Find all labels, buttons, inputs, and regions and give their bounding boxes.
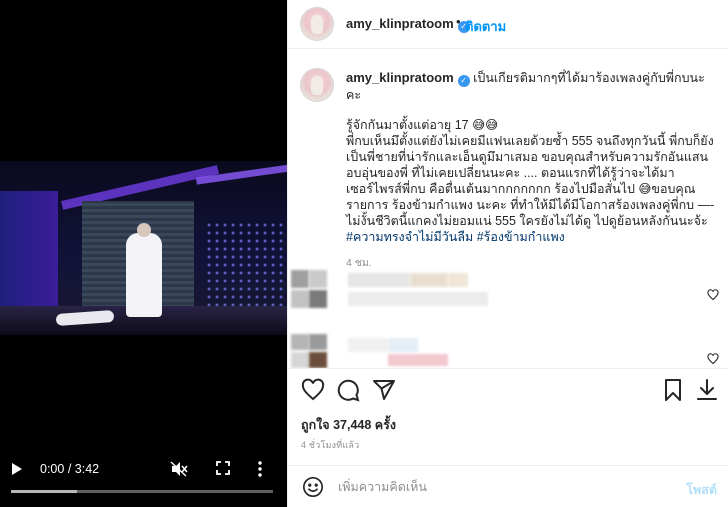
post-details-panel: amy_klinpratoom ✓ • ติดตาม amy_klinpratoo… [287, 0, 728, 507]
video-time: 0:00 / 3:42 [40, 462, 100, 476]
more-vertical-icon[interactable] [258, 461, 274, 479]
download-icon[interactable] [695, 378, 719, 402]
likes-label: ถูกใจ [301, 418, 330, 432]
blurred-block [388, 338, 418, 352]
caption-line: รู้จักกันมาตั้งแต่อายุ 17 😅😅 [346, 118, 499, 132]
fullscreen-icon[interactable] [216, 461, 232, 477]
bookmark-icon[interactable] [661, 378, 685, 402]
blurred-block [348, 273, 410, 287]
blurred-avatar [291, 334, 309, 350]
share-icon[interactable] [372, 378, 396, 402]
video-buffered-bar [11, 490, 77, 493]
blurred-block [309, 270, 327, 288]
blurred-block [291, 290, 309, 308]
heart-icon[interactable] [707, 352, 719, 365]
blurred-block [348, 292, 488, 306]
stage-led-panel [205, 221, 283, 311]
caption-username: amy_klinpratoom [346, 70, 454, 85]
blurred-block [309, 290, 327, 308]
heart-icon[interactable] [707, 288, 719, 301]
likes-suffix: ครั้ง [374, 418, 396, 432]
post-actions [288, 368, 728, 410]
blurred-block [309, 352, 327, 368]
caption-username-link[interactable]: amy_klinpratoom [346, 70, 454, 85]
likes-number: 37,448 [333, 418, 372, 432]
video-controls: 0:00 / 3:42 [0, 455, 287, 507]
hashtag-link[interactable]: #ความทรงจำไม่มีวันลืม [346, 230, 473, 244]
comment-input[interactable] [338, 477, 658, 497]
heart-icon[interactable] [301, 378, 325, 402]
comment-icon[interactable] [336, 378, 360, 402]
current-time: 0:00 [40, 462, 65, 476]
duration: 3:42 [74, 462, 100, 476]
post-timestamp: 4 ชั่วโมงที่แล้ว [301, 440, 360, 450]
blurred-block [309, 334, 327, 350]
separator-dot: • [456, 14, 461, 29]
likes-count[interactable]: ถูกใจ 37,448 ครั้ง [301, 415, 396, 435]
follow-button[interactable]: ติดตาม [465, 16, 506, 37]
video-player[interactable]: 0:00 / 3:42 [0, 0, 287, 507]
stage-light-wall [0, 191, 58, 306]
comments-section[interactable]: amy_klinpratoom ✓ เป็นเกียรติมากๆที่ได้มา… [288, 50, 728, 368]
username-text: amy_klinpratoom [346, 16, 454, 31]
blurred-block [291, 352, 309, 368]
avatar[interactable] [300, 68, 334, 102]
caption-paragraph: พี่กบเห็นมึตั้งแต่ยังไม่เคยมีแฟนเลยด้วยซ… [346, 134, 715, 228]
add-comment-bar: โพสต์ [288, 465, 728, 507]
blurred-avatar [291, 270, 309, 288]
blurred-block [410, 273, 448, 287]
video-frame[interactable] [0, 161, 287, 335]
video-progress-bar[interactable] [11, 490, 273, 493]
performer-figure [126, 223, 162, 317]
caption-body: amy_klinpratoom ✓ เป็นเกียรติมากๆที่ได้มา… [346, 70, 716, 271]
blurred-block [448, 273, 468, 287]
instagram-post-modal: 0:00 / 3:42 amy_klinpratoom ✓ • ติดตาม a… [0, 0, 728, 507]
blurred-block [348, 338, 388, 352]
hashtag-link[interactable]: #ร้องข้ามกำแพง [477, 230, 565, 244]
emoji-icon[interactable] [302, 476, 324, 498]
blurred-block [388, 354, 448, 366]
play-icon[interactable] [11, 462, 27, 478]
blurred-comment [288, 332, 728, 368]
blurred-comment [288, 268, 728, 318]
verified-badge-icon: ✓ [457, 75, 470, 87]
avatar[interactable] [300, 7, 334, 41]
post-header: amy_klinpratoom ✓ • ติดตาม [288, 0, 728, 49]
username-link[interactable]: amy_klinpratoom ✓ [346, 16, 470, 33]
post-comment-button[interactable]: โพสต์ [686, 480, 717, 500]
caption-text: พี่กบเห็นมึตั้งแต่ยังไม่เคยมีแฟนเลยด้วยซ… [346, 133, 716, 245]
volume-muted-icon[interactable] [170, 461, 190, 479]
